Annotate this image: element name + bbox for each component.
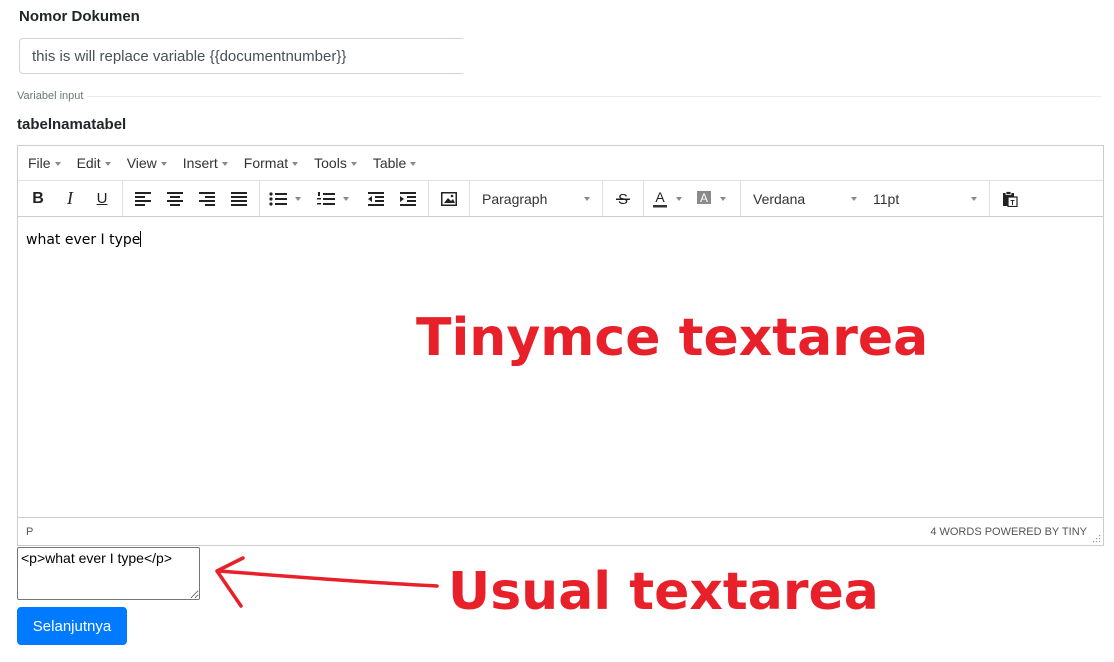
resize-handle-icon[interactable] — [1092, 534, 1101, 543]
align-justify-button[interactable] — [223, 185, 255, 213]
annotation-arrow-icon — [215, 556, 439, 608]
indent-button[interactable] — [392, 185, 424, 213]
menu-label: Insert — [182, 155, 218, 171]
menu-tools[interactable]: Tools — [306, 155, 365, 171]
block-format-select[interactable]: Paragraph — [474, 185, 598, 213]
toolbar-group-colors: A A — [644, 181, 741, 216]
image-icon — [441, 191, 457, 206]
chevron-down-icon — [350, 161, 357, 166]
bullet-list-button[interactable] — [264, 185, 312, 213]
plain-textarea[interactable]: <p>what ever I type</p> — [17, 547, 200, 600]
font-family-select[interactable]: Verdana — [745, 185, 865, 213]
chevron-down-icon — [160, 161, 167, 166]
font-family-value: Verdana — [753, 190, 806, 207]
svg-text:A: A — [700, 191, 708, 205]
chevron-down-icon — [295, 197, 301, 201]
svg-text:T: T — [1010, 200, 1015, 207]
chevron-down-icon — [971, 197, 977, 201]
paste-icon: T — [1003, 190, 1018, 207]
toolbar-group-align — [123, 181, 260, 216]
align-right-button[interactable] — [191, 185, 223, 213]
toolbar-group-lists — [260, 181, 429, 216]
chevron-down-icon — [292, 161, 299, 166]
underline-icon: U — [96, 190, 108, 207]
table-name-label: tabelnamatabel — [17, 116, 127, 133]
paste-text-button[interactable]: T — [994, 185, 1026, 213]
element-path[interactable]: P — [26, 526, 33, 538]
chevron-down-icon — [676, 197, 682, 201]
underline-button[interactable]: U — [86, 185, 118, 213]
annotation-usual-label: Usual textarea — [448, 562, 879, 622]
outdent-icon — [368, 191, 384, 206]
toolbar-group-fonts: Verdana 11pt — [741, 181, 990, 216]
align-left-icon — [135, 191, 151, 206]
variable-input-label: Variabel input — [17, 90, 88, 102]
strikethrough-icon: S — [616, 191, 630, 207]
align-center-button[interactable] — [159, 185, 191, 213]
menu-label: View — [126, 155, 157, 171]
outdent-button[interactable] — [360, 185, 392, 213]
block-format-value: Paragraph — [482, 190, 548, 207]
chevron-down-icon — [343, 197, 349, 201]
insert-image-button[interactable] — [433, 185, 465, 213]
section-divider — [17, 96, 1101, 97]
bold-button[interactable]: B — [22, 185, 54, 213]
text-color-button[interactable]: A — [648, 185, 692, 213]
menu-label: Edit — [76, 155, 101, 171]
numbered-list-icon — [317, 191, 335, 205]
menu-format[interactable]: Format — [236, 155, 306, 171]
italic-icon: I — [67, 188, 73, 208]
editor-paragraph: what ever I type — [26, 232, 141, 248]
editor-menubar: File Edit View Insert Format Tools Table — [18, 146, 1103, 181]
menu-label: Table — [372, 155, 407, 171]
chevron-down-icon — [720, 197, 726, 201]
toolbar-group-strike: S — [603, 181, 644, 216]
svg-text:A: A — [655, 190, 665, 205]
next-button[interactable]: Selanjutnya — [17, 607, 127, 645]
document-number-input[interactable] — [19, 38, 463, 74]
menu-edit[interactable]: Edit — [69, 155, 119, 171]
editor-statusbar: P 4 WORDS POWERED BY TINY — [18, 517, 1103, 545]
italic-button[interactable]: I — [54, 185, 86, 213]
font-size-select[interactable]: 11pt — [865, 185, 985, 213]
document-number-label: Nomor Dokumen — [19, 8, 140, 25]
word-count-branding: 4 WORDS POWERED BY TINY — [930, 525, 1087, 538]
toolbar-group-text-style: B I U — [18, 181, 123, 216]
toolbar-group-paste: T — [990, 181, 1030, 216]
bullet-list-icon — [269, 191, 287, 206]
chevron-down-icon — [410, 161, 417, 166]
align-left-button[interactable] — [127, 185, 159, 213]
text-cursor — [140, 231, 142, 247]
strikethrough-button[interactable]: S — [607, 185, 639, 213]
bold-icon: B — [32, 189, 44, 207]
numbered-list-button[interactable] — [312, 185, 360, 213]
menu-table[interactable]: Table — [365, 155, 424, 171]
toolbar-group-image — [429, 181, 470, 216]
editor-toolbar: B I U Paragraph S A A Verdana 11pt T — [18, 181, 1103, 217]
chevron-down-icon — [851, 197, 857, 201]
menu-file[interactable]: File — [20, 155, 69, 171]
menu-label: File — [28, 155, 51, 171]
align-justify-icon — [231, 191, 247, 206]
highlight-color-icon: A — [697, 190, 711, 205]
indent-icon — [400, 191, 416, 206]
menu-view[interactable]: View — [119, 155, 175, 171]
toolbar-group-block: Paragraph — [470, 181, 603, 216]
chevron-down-icon — [584, 197, 590, 201]
align-center-icon — [167, 191, 183, 206]
background-color-button[interactable]: A — [692, 185, 736, 213]
menu-insert[interactable]: Insert — [175, 155, 236, 171]
menu-label: Tools — [314, 155, 347, 171]
menu-label: Format — [243, 155, 289, 171]
chevron-down-icon — [104, 161, 111, 166]
annotation-tinymce-label: Tinymce textarea — [416, 308, 929, 368]
font-size-value: 11pt — [873, 190, 900, 207]
text-color-icon: A — [653, 190, 667, 207]
align-right-icon — [199, 191, 215, 206]
chevron-down-icon — [221, 161, 228, 166]
chevron-down-icon — [54, 161, 61, 166]
